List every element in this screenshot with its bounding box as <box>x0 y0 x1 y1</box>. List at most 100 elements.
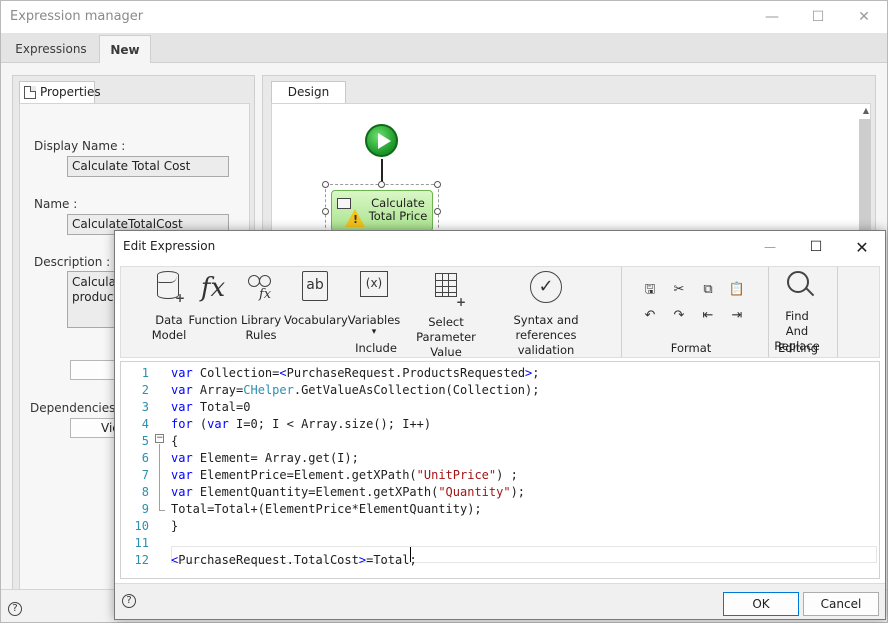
code-line[interactable]: var ElementQuantity=Element.getXPath("Qu… <box>171 484 525 501</box>
line-number: 3 <box>141 400 149 414</box>
indent-icon[interactable]: ⇥ <box>728 307 746 325</box>
help-icon[interactable]: ? <box>8 602 22 616</box>
paste-icon[interactable]: 📋 <box>728 281 746 299</box>
description-label: Description : <box>34 255 111 269</box>
line-number: 4 <box>141 417 149 431</box>
display-name-field[interactable]: Calculate Total Cost <box>67 156 229 177</box>
dialog-close-button[interactable]: ✕ <box>839 231 885 263</box>
line-number: 11 <box>134 536 149 550</box>
vocabulary-button[interactable]: ab Vocabulary <box>284 267 348 328</box>
line-number: 1 <box>141 366 149 380</box>
code-line[interactable]: for (var I=0; I < Array.size(); I++) <box>171 416 431 433</box>
scroll-up-arrow-icon[interactable]: ▲ <box>860 106 872 118</box>
data-model-label: Data Model <box>151 313 187 342</box>
line-number: 7 <box>141 468 149 482</box>
vocabulary-icon: ab <box>299 271 331 307</box>
syntax-validation-button[interactable]: ✓ Syntax and references validation <box>492 267 600 358</box>
line-number: 5 <box>141 434 149 448</box>
code-line[interactable]: var ElementPrice=Element.getXPath("UnitP… <box>171 467 518 484</box>
name-label: Name : <box>34 197 78 211</box>
close-button[interactable]: ✕ <box>841 1 887 33</box>
include-group-label: Include <box>355 341 397 355</box>
line-number: 10 <box>134 519 149 533</box>
library-rules-icon: fx <box>245 271 277 307</box>
save-icon[interactable]: 🖫 <box>641 281 659 299</box>
dialog-title: Edit Expression <box>123 239 216 253</box>
resize-handle[interactable] <box>322 181 329 188</box>
minimize-button[interactable]: — <box>749 1 795 33</box>
function-button[interactable]: fx Function <box>187 267 239 328</box>
dependencies-label: Dependencies : <box>30 401 124 415</box>
flow-connector <box>381 159 383 183</box>
resize-handle[interactable] <box>434 208 441 215</box>
calculate-total-price-task[interactable]: ! Calculate Total Price <box>331 190 433 232</box>
dialog-maximize-button[interactable]: ☐ <box>793 231 839 263</box>
line-number: 9 <box>141 502 149 516</box>
library-rules-label: Library Rules <box>241 313 282 342</box>
variables-dropdown-icon[interactable]: ▾ <box>347 328 401 337</box>
search-icon <box>781 271 813 307</box>
main-tabstrip: Expressions New <box>1 33 887 63</box>
cut-icon[interactable]: ✂ <box>670 281 688 299</box>
cancel-button[interactable]: Cancel <box>803 592 879 616</box>
editing-group-label: Editing <box>777 341 819 355</box>
window-title: Expression manager <box>10 9 144 24</box>
resize-handle[interactable] <box>322 208 329 215</box>
code-line[interactable]: var Collection=<PurchaseRequest.Products… <box>171 365 540 382</box>
resize-handle[interactable] <box>434 181 441 188</box>
validation-check-icon: ✓ <box>530 271 562 307</box>
line-number: 2 <box>141 383 149 397</box>
design-view-tab[interactable]: Design View <box>271 81 346 120</box>
library-rules-button[interactable]: fx Library Rules <box>240 267 282 343</box>
display-name-label: Display Name : <box>34 139 126 153</box>
line-number: 12 <box>134 553 149 567</box>
ribbon-separator <box>621 267 622 357</box>
fold-guide-end <box>159 510 165 511</box>
dialog-minimize-button[interactable]: — <box>747 231 793 263</box>
fx-function-icon: fx <box>200 273 226 303</box>
dialog-help-icon[interactable]: ? <box>122 594 136 608</box>
maximize-button[interactable]: ☐ <box>795 1 841 33</box>
start-node-play-icon[interactable] <box>365 124 398 157</box>
database-add-icon: + <box>153 271 185 307</box>
line-number-gutter: 1 2 3 4 5 6 7 8 9 10 11 12 <box>121 362 153 578</box>
code-line[interactable]: <PurchaseRequest.TotalCost>=Total; <box>171 552 417 569</box>
ribbon-separator <box>837 267 838 357</box>
ok-button[interactable]: OK <box>723 592 799 616</box>
tab-expressions[interactable]: Expressions <box>9 35 93 63</box>
properties-tab[interactable]: Properties <box>19 81 101 103</box>
select-parameter-value-label: Select Parameter Value <box>416 315 476 359</box>
format-group-label: Format <box>670 341 712 355</box>
dialog-footer: ? OK Cancel <box>115 583 885 619</box>
select-parameter-value-button[interactable]: + Select Parameter Value <box>401 267 491 360</box>
outdent-icon[interactable]: ⇤ <box>699 307 717 325</box>
variables-button[interactable]: (x) Variables ▾ <box>347 267 401 337</box>
code-line[interactable]: Total=Total+(ElementPrice*ElementQuantit… <box>171 501 482 518</box>
line-number: 8 <box>141 485 149 499</box>
folding-column: − <box>153 362 165 578</box>
code-line[interactable]: var Total=0 <box>171 399 250 416</box>
resize-handle[interactable] <box>378 181 385 188</box>
dialog-titlebar: Edit Expression — ☐ ✕ <box>115 231 885 263</box>
code-line[interactable]: { <box>171 433 178 450</box>
task-label: Calculate Total Price <box>368 196 428 223</box>
redo-icon[interactable]: ↷ <box>670 307 688 325</box>
variables-icon: (x) <box>358 271 390 307</box>
collapse-block-icon[interactable]: − <box>155 434 164 443</box>
script-task-icon <box>337 198 351 209</box>
vocabulary-label: Vocabulary <box>284 313 348 327</box>
tab-new[interactable]: New <box>99 35 151 63</box>
edit-expression-dialog: Edit Expression — ☐ ✕ + Data Model fx Fu… <box>114 230 886 620</box>
code-editor[interactable]: 1 2 3 4 5 6 7 8 9 10 11 12 − var Collection=<Purcha… <box>120 361 880 579</box>
properties-tab-label: Properties <box>40 85 101 99</box>
properties-page-icon <box>24 86 36 99</box>
code-line[interactable]: } <box>171 518 178 535</box>
code-line[interactable]: var Array=CHelper.GetValueAsCollection(C… <box>171 382 539 399</box>
parameter-grid-icon: + <box>430 273 466 309</box>
code-line[interactable]: var Element= Array.get(I); <box>171 450 359 467</box>
ribbon-toolbar: + Data Model fx Function fx Library Rule… <box>120 266 880 360</box>
copy-icon[interactable]: ⧉ <box>699 281 717 299</box>
variables-label: Variables <box>347 313 401 327</box>
undo-icon[interactable]: ↶ <box>641 307 659 325</box>
function-label: Function <box>188 313 238 327</box>
